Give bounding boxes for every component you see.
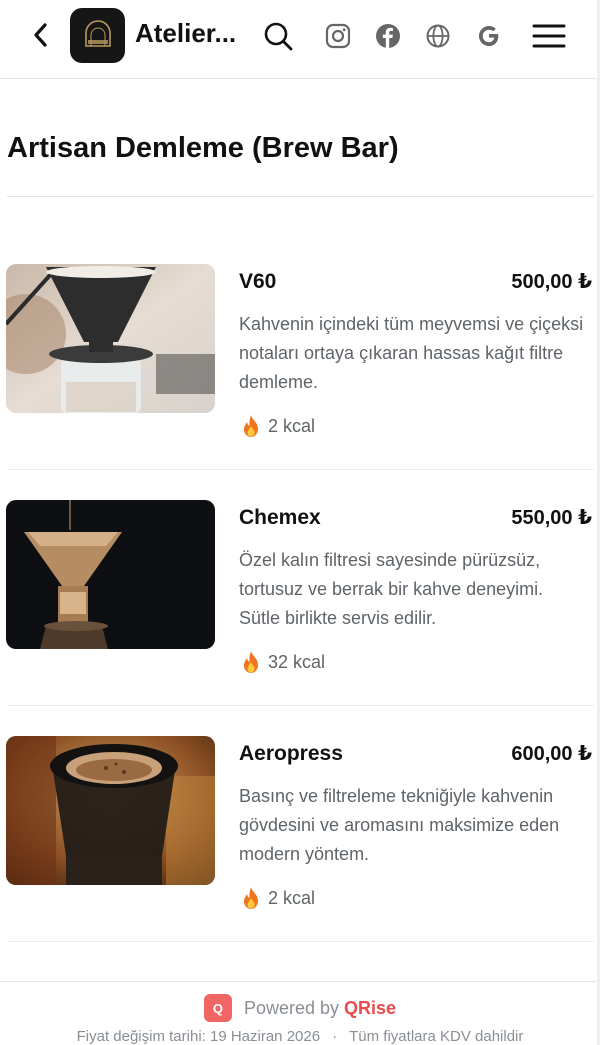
qrise-logo-icon: Q [203, 994, 232, 1022]
facebook-button[interactable] [372, 20, 404, 52]
powered-by[interactable]: Q Powered by QRise [0, 994, 600, 1022]
top-bar: Atelier... [0, 0, 600, 79]
globe-icon [426, 24, 450, 48]
google-button[interactable] [473, 20, 505, 52]
item-photo-aeropress[interactable] [6, 736, 215, 885]
item-name: V60 [239, 270, 277, 293]
price-change-date: Fiyat değişim tarihi: 19 Haziran 2026 [76, 1028, 321, 1045]
menu-item-v60[interactable]: V60 500,00 ₺ Kahvenin içindeki tüm meyve… [0, 264, 600, 500]
item-divider [7, 469, 594, 470]
menu-item-chemex[interactable]: Chemex 550,00 ₺ Özel kalın filtresi saye… [0, 500, 600, 736]
facebook-icon [376, 24, 400, 48]
item-description: Basınç ve filtreleme tekniğiyle kahvenin… [239, 786, 560, 864]
item-divider [7, 705, 594, 706]
item-divider [7, 941, 594, 942]
item-photo-v60[interactable] [6, 264, 215, 413]
item-price: 500,00 ₺ [511, 271, 592, 293]
item-kcal-value: 2 kcal [268, 887, 316, 908]
item-photo-chemex[interactable] [6, 500, 215, 649]
item-kcal-value: 32 kcal [268, 651, 326, 672]
title-divider [7, 196, 594, 197]
separator-dot: · [332, 1028, 338, 1045]
footer-note: Fiyat değişim tarihi: 19 Haziran 2026 · … [0, 1028, 600, 1045]
menu-button[interactable] [531, 20, 567, 52]
footer: Q Powered by QRise Fiyat değişim tarihi:… [0, 981, 600, 1045]
google-icon [479, 26, 499, 46]
item-calories: 2 kcal [240, 414, 315, 438]
powered-by-label: Powered by [243, 997, 340, 1018]
menu-item-aeropress[interactable]: Aeropress 600,00 ₺ Basınç ve filtreleme … [0, 736, 600, 972]
item-kcal-value: 2 kcal [268, 415, 316, 436]
fire-icon [240, 650, 262, 674]
page-title: Artisan Demleme (Brew Bar) [7, 132, 399, 164]
back-icon [34, 23, 47, 47]
vat-note: Tüm fiyatlara KDV dahildir [349, 1028, 524, 1045]
search-button[interactable] [262, 20, 294, 52]
brand-name[interactable]: Atelier... [135, 18, 250, 49]
item-calories: 2 kcal [240, 886, 315, 910]
search-icon [264, 22, 293, 51]
fire-icon [240, 414, 262, 438]
hamburger-menu-icon [532, 24, 566, 48]
item-description: Özel kalın filtresi sayesinde pürüzsüz, … [239, 550, 544, 628]
item-price: 550,00 ₺ [511, 507, 592, 529]
qrise-link[interactable]: QRise [344, 998, 396, 1019]
item-price: 600,00 ₺ [511, 743, 592, 765]
website-button[interactable] [422, 20, 454, 52]
item-description: Kahvenin içindeki tüm meyvemsi ve çiçeks… [239, 314, 584, 392]
instagram-icon [325, 23, 351, 49]
brand-logo[interactable] [70, 8, 125, 63]
item-name: Chemex [239, 506, 321, 529]
item-name: Aeropress [239, 742, 343, 765]
logo-emblem-icon [84, 19, 111, 47]
instagram-button[interactable] [322, 20, 354, 52]
back-button[interactable] [26, 20, 56, 50]
item-calories: 32 kcal [240, 650, 325, 674]
fire-icon [240, 886, 262, 910]
